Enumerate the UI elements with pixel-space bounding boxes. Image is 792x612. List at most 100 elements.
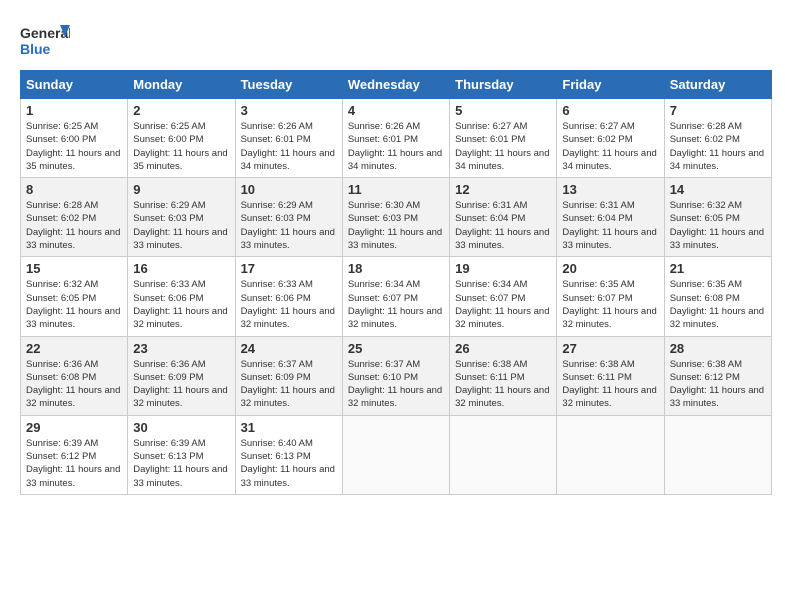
day-number: 21 <box>670 261 766 276</box>
page-header: GeneralBlue <box>20 20 772 60</box>
day-info: Sunrise: 6:33 AM Sunset: 6:06 PM Dayligh… <box>133 278 229 331</box>
day-info: Sunrise: 6:30 AM Sunset: 6:03 PM Dayligh… <box>348 199 444 252</box>
day-number: 4 <box>348 103 444 118</box>
calendar-cell: 18 Sunrise: 6:34 AM Sunset: 6:07 PM Dayli… <box>342 257 449 336</box>
day-info: Sunrise: 6:25 AM Sunset: 6:00 PM Dayligh… <box>133 120 229 173</box>
calendar-cell: 12Sunrise: 6:31 AM Sunset: 6:04 PM Dayli… <box>450 178 557 257</box>
day-number: 25 <box>348 341 444 356</box>
calendar-cell: 1 Sunrise: 6:25 AM Sunset: 6:00 PM Daylig… <box>21 99 128 178</box>
calendar-cell: 30Sunrise: 6:39 AM Sunset: 6:13 PM Dayli… <box>128 415 235 494</box>
day-info: Sunrise: 6:28 AM Sunset: 6:02 PM Dayligh… <box>26 199 122 252</box>
day-info: Sunrise: 6:26 AM Sunset: 6:01 PM Dayligh… <box>241 120 337 173</box>
calendar-cell: 5 Sunrise: 6:27 AM Sunset: 6:01 PM Daylig… <box>450 99 557 178</box>
calendar-cell: 24 Sunrise: 6:37 AM Sunset: 6:09 PM Dayli… <box>235 336 342 415</box>
day-info: Sunrise: 6:37 AM Sunset: 6:09 PM Dayligh… <box>241 358 337 411</box>
day-info: Sunrise: 6:33 AM Sunset: 6:06 PM Dayligh… <box>241 278 337 331</box>
day-info: Sunrise: 6:28 AM Sunset: 6:02 PM Dayligh… <box>670 120 766 173</box>
calendar-table: SundayMondayTuesdayWednesdayThursdayFrid… <box>20 70 772 495</box>
col-header-sunday: Sunday <box>21 71 128 99</box>
day-info: Sunrise: 6:39 AM Sunset: 6:12 PM Dayligh… <box>26 437 122 490</box>
calendar-week-row: 1 Sunrise: 6:25 AM Sunset: 6:00 PM Daylig… <box>21 99 772 178</box>
day-info: Sunrise: 6:25 AM Sunset: 6:00 PM Dayligh… <box>26 120 122 173</box>
calendar-cell <box>342 415 449 494</box>
day-number: 13 <box>562 182 658 197</box>
svg-text:Blue: Blue <box>20 41 51 57</box>
day-info: Sunrise: 6:36 AM Sunset: 6:09 PM Dayligh… <box>133 358 229 411</box>
day-info: Sunrise: 6:38 AM Sunset: 6:11 PM Dayligh… <box>562 358 658 411</box>
calendar-cell: 27 Sunrise: 6:38 AM Sunset: 6:11 PM Dayli… <box>557 336 664 415</box>
day-info: Sunrise: 6:26 AM Sunset: 6:01 PM Dayligh… <box>348 120 444 173</box>
day-info: Sunrise: 6:31 AM Sunset: 6:04 PM Dayligh… <box>562 199 658 252</box>
logo-icon: GeneralBlue <box>20 20 70 60</box>
day-info: Sunrise: 6:36 AM Sunset: 6:08 PM Dayligh… <box>26 358 122 411</box>
col-header-friday: Friday <box>557 71 664 99</box>
col-header-saturday: Saturday <box>664 71 771 99</box>
calendar-cell: 8 Sunrise: 6:28 AM Sunset: 6:02 PM Daylig… <box>21 178 128 257</box>
calendar-cell: 26 Sunrise: 6:38 AM Sunset: 6:11 PM Dayli… <box>450 336 557 415</box>
calendar-cell: 16 Sunrise: 6:33 AM Sunset: 6:06 PM Dayli… <box>128 257 235 336</box>
calendar-cell: 21Sunrise: 6:35 AM Sunset: 6:08 PM Dayli… <box>664 257 771 336</box>
day-number: 14 <box>670 182 766 197</box>
day-number: 16 <box>133 261 229 276</box>
calendar-cell: 31 Sunrise: 6:40 AM Sunset: 6:13 PM Dayli… <box>235 415 342 494</box>
day-info: Sunrise: 6:31 AM Sunset: 6:04 PM Dayligh… <box>455 199 551 252</box>
col-header-tuesday: Tuesday <box>235 71 342 99</box>
calendar-week-row: 22 Sunrise: 6:36 AM Sunset: 6:08 PM Dayli… <box>21 336 772 415</box>
day-info: Sunrise: 6:32 AM Sunset: 6:05 PM Dayligh… <box>26 278 122 331</box>
calendar-cell: 22 Sunrise: 6:36 AM Sunset: 6:08 PM Dayli… <box>21 336 128 415</box>
day-number: 3 <box>241 103 337 118</box>
day-info: Sunrise: 6:27 AM Sunset: 6:01 PM Dayligh… <box>455 120 551 173</box>
calendar-cell: 10 Sunrise: 6:29 AM Sunset: 6:03 PM Dayli… <box>235 178 342 257</box>
day-number: 26 <box>455 341 551 356</box>
day-number: 27 <box>562 341 658 356</box>
day-number: 17 <box>241 261 337 276</box>
col-header-monday: Monday <box>128 71 235 99</box>
col-header-thursday: Thursday <box>450 71 557 99</box>
day-info: Sunrise: 6:27 AM Sunset: 6:02 PM Dayligh… <box>562 120 658 173</box>
calendar-cell: 2Sunrise: 6:25 AM Sunset: 6:00 PM Daylig… <box>128 99 235 178</box>
day-number: 20 <box>562 261 658 276</box>
calendar-cell: 29 Sunrise: 6:39 AM Sunset: 6:12 PM Dayli… <box>21 415 128 494</box>
day-info: Sunrise: 6:34 AM Sunset: 6:07 PM Dayligh… <box>348 278 444 331</box>
day-number: 29 <box>26 420 122 435</box>
day-number: 10 <box>241 182 337 197</box>
calendar-cell: 6 Sunrise: 6:27 AM Sunset: 6:02 PM Daylig… <box>557 99 664 178</box>
day-number: 8 <box>26 182 122 197</box>
day-info: Sunrise: 6:40 AM Sunset: 6:13 PM Dayligh… <box>241 437 337 490</box>
day-number: 15 <box>26 261 122 276</box>
day-info: Sunrise: 6:34 AM Sunset: 6:07 PM Dayligh… <box>455 278 551 331</box>
day-number: 6 <box>562 103 658 118</box>
day-number: 9 <box>133 182 229 197</box>
day-info: Sunrise: 6:29 AM Sunset: 6:03 PM Dayligh… <box>241 199 337 252</box>
calendar-cell: 19Sunrise: 6:34 AM Sunset: 6:07 PM Dayli… <box>450 257 557 336</box>
day-info: Sunrise: 6:37 AM Sunset: 6:10 PM Dayligh… <box>348 358 444 411</box>
day-number: 24 <box>241 341 337 356</box>
day-number: 1 <box>26 103 122 118</box>
day-info: Sunrise: 6:29 AM Sunset: 6:03 PM Dayligh… <box>133 199 229 252</box>
calendar-cell: 7Sunrise: 6:28 AM Sunset: 6:02 PM Daylig… <box>664 99 771 178</box>
calendar-cell <box>450 415 557 494</box>
calendar-cell: 13 Sunrise: 6:31 AM Sunset: 6:04 PM Dayli… <box>557 178 664 257</box>
calendar-week-row: 29 Sunrise: 6:39 AM Sunset: 6:12 PM Dayli… <box>21 415 772 494</box>
calendar-cell: 14Sunrise: 6:32 AM Sunset: 6:05 PM Dayli… <box>664 178 771 257</box>
day-number: 30 <box>133 420 229 435</box>
col-header-wednesday: Wednesday <box>342 71 449 99</box>
day-number: 28 <box>670 341 766 356</box>
calendar-cell <box>664 415 771 494</box>
calendar-week-row: 8 Sunrise: 6:28 AM Sunset: 6:02 PM Daylig… <box>21 178 772 257</box>
day-number: 11 <box>348 182 444 197</box>
calendar-cell: 17 Sunrise: 6:33 AM Sunset: 6:06 PM Dayli… <box>235 257 342 336</box>
day-info: Sunrise: 6:38 AM Sunset: 6:11 PM Dayligh… <box>455 358 551 411</box>
day-number: 18 <box>348 261 444 276</box>
day-number: 22 <box>26 341 122 356</box>
calendar-header-row: SundayMondayTuesdayWednesdayThursdayFrid… <box>21 71 772 99</box>
calendar-cell: 3 Sunrise: 6:26 AM Sunset: 6:01 PM Daylig… <box>235 99 342 178</box>
calendar-cell: 23Sunrise: 6:36 AM Sunset: 6:09 PM Dayli… <box>128 336 235 415</box>
calendar-cell: 4 Sunrise: 6:26 AM Sunset: 6:01 PM Daylig… <box>342 99 449 178</box>
day-number: 31 <box>241 420 337 435</box>
calendar-cell <box>557 415 664 494</box>
day-info: Sunrise: 6:35 AM Sunset: 6:07 PM Dayligh… <box>562 278 658 331</box>
day-number: 5 <box>455 103 551 118</box>
calendar-cell: 15 Sunrise: 6:32 AM Sunset: 6:05 PM Dayli… <box>21 257 128 336</box>
logo: GeneralBlue <box>20 20 70 60</box>
